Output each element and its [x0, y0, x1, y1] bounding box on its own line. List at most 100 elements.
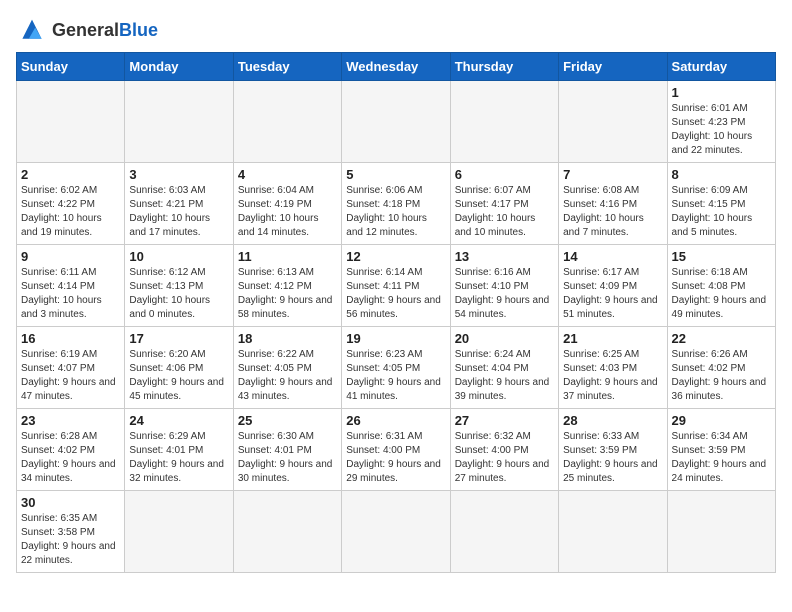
calendar-cell: 22 Sunrise: 6:26 AM Sunset: 4:02 PM Dayli… [667, 327, 775, 409]
day-info: Sunrise: 6:35 AM Sunset: 3:58 PM Dayligh… [21, 512, 120, 568]
week-row-3: 16 Sunrise: 6:19 AM Sunset: 4:07 PM Dayli… [17, 327, 776, 409]
calendar-cell: 21 Sunrise: 6:25 AM Sunset: 4:03 PM Dayli… [559, 327, 667, 409]
calendar-cell [559, 81, 667, 163]
day-number: 7 [563, 167, 662, 182]
calendar-cell: 10 Sunrise: 6:12 AM Sunset: 4:13 PM Dayli… [125, 245, 233, 327]
calendar-cell [450, 491, 558, 573]
calendar-cell: 5Sunrise: 6:06 AM Sunset: 4:18 PM Daylig… [342, 163, 450, 245]
calendar-cell: 14 Sunrise: 6:17 AM Sunset: 4:09 PM Dayli… [559, 245, 667, 327]
day-info: Sunrise: 6:08 AM Sunset: 4:16 PM Dayligh… [563, 184, 662, 240]
day-info: Sunrise: 6:16 AM Sunset: 4:10 PM Dayligh… [455, 266, 554, 322]
weekday-header-sunday: Sunday [17, 53, 125, 81]
calendar-cell: 13 Sunrise: 6:16 AM Sunset: 4:10 PM Dayli… [450, 245, 558, 327]
day-number: 2 [21, 167, 120, 182]
day-info: Sunrise: 6:28 AM Sunset: 4:02 PM Dayligh… [21, 430, 120, 486]
day-number: 24 [129, 413, 228, 428]
day-number: 6 [455, 167, 554, 182]
day-number: 14 [563, 249, 662, 264]
day-number: 8 [672, 167, 771, 182]
calendar-cell: 8 Sunrise: 6:09 AM Sunset: 4:15 PM Daylig… [667, 163, 775, 245]
week-row-4: 23 Sunrise: 6:28 AM Sunset: 4:02 PM Dayli… [17, 409, 776, 491]
day-number: 30 [21, 495, 120, 510]
page-header: GeneralBlue [16, 16, 776, 44]
day-number: 26 [346, 413, 445, 428]
calendar-cell: 19 Sunrise: 6:23 AM Sunset: 4:05 PM Dayli… [342, 327, 450, 409]
calendar-cell [667, 491, 775, 573]
calendar-cell: 3 Sunrise: 6:03 AM Sunset: 4:21 PM Daylig… [125, 163, 233, 245]
day-number: 12 [346, 249, 445, 264]
week-row-1: 2 Sunrise: 6:02 AM Sunset: 4:22 PM Daylig… [17, 163, 776, 245]
day-info: Sunrise: 6:33 AM Sunset: 3:59 PM Dayligh… [563, 430, 662, 486]
day-info: Sunrise: 6:30 AM Sunset: 4:01 PM Dayligh… [238, 430, 337, 486]
calendar-cell: 18Sunrise: 6:22 AM Sunset: 4:05 PM Dayli… [233, 327, 341, 409]
day-info: Sunrise: 6:22 AM Sunset: 4:05 PM Dayligh… [238, 348, 337, 404]
calendar-cell: 2 Sunrise: 6:02 AM Sunset: 4:22 PM Daylig… [17, 163, 125, 245]
calendar-cell: 23 Sunrise: 6:28 AM Sunset: 4:02 PM Dayli… [17, 409, 125, 491]
calendar-cell [233, 81, 341, 163]
day-info: Sunrise: 6:02 AM Sunset: 4:22 PM Dayligh… [21, 184, 120, 240]
day-number: 13 [455, 249, 554, 264]
calendar-cell: 11 Sunrise: 6:13 AM Sunset: 4:12 PM Dayli… [233, 245, 341, 327]
day-info: Sunrise: 6:20 AM Sunset: 4:06 PM Dayligh… [129, 348, 228, 404]
calendar-cell: 26 Sunrise: 6:31 AM Sunset: 4:00 PM Dayli… [342, 409, 450, 491]
calendar-cell [125, 491, 233, 573]
calendar-cell: 4Sunrise: 6:04 AM Sunset: 4:19 PM Daylig… [233, 163, 341, 245]
calendar-cell: 7 Sunrise: 6:08 AM Sunset: 4:16 PM Daylig… [559, 163, 667, 245]
day-info: Sunrise: 6:11 AM Sunset: 4:14 PM Dayligh… [21, 266, 120, 322]
calendar-cell [125, 81, 233, 163]
day-info: Sunrise: 6:09 AM Sunset: 4:15 PM Dayligh… [672, 184, 771, 240]
day-info: Sunrise: 6:19 AM Sunset: 4:07 PM Dayligh… [21, 348, 120, 404]
calendar-cell [342, 81, 450, 163]
day-number: 16 [21, 331, 120, 346]
day-number: 10 [129, 249, 228, 264]
day-number: 15 [672, 249, 771, 264]
day-number: 22 [672, 331, 771, 346]
weekday-header-monday: Monday [125, 53, 233, 81]
logo-text: GeneralBlue [52, 20, 158, 41]
day-number: 20 [455, 331, 554, 346]
day-number: 23 [21, 413, 120, 428]
calendar-cell: 16 Sunrise: 6:19 AM Sunset: 4:07 PM Dayli… [17, 327, 125, 409]
day-info: Sunrise: 6:29 AM Sunset: 4:01 PM Dayligh… [129, 430, 228, 486]
week-row-2: 9 Sunrise: 6:11 AM Sunset: 4:14 PM Daylig… [17, 245, 776, 327]
day-number: 25 [238, 413, 337, 428]
day-info: Sunrise: 6:03 AM Sunset: 4:21 PM Dayligh… [129, 184, 228, 240]
calendar-cell: 12Sunrise: 6:14 AM Sunset: 4:11 PM Dayli… [342, 245, 450, 327]
calendar-cell [559, 491, 667, 573]
day-info: Sunrise: 6:12 AM Sunset: 4:13 PM Dayligh… [129, 266, 228, 322]
day-info: Sunrise: 6:07 AM Sunset: 4:17 PM Dayligh… [455, 184, 554, 240]
day-info: Sunrise: 6:18 AM Sunset: 4:08 PM Dayligh… [672, 266, 771, 322]
day-info: Sunrise: 6:17 AM Sunset: 4:09 PM Dayligh… [563, 266, 662, 322]
day-number: 1 [672, 85, 771, 100]
day-number: 3 [129, 167, 228, 182]
day-number: 17 [129, 331, 228, 346]
weekday-header-tuesday: Tuesday [233, 53, 341, 81]
day-number: 19 [346, 331, 445, 346]
calendar-cell [342, 491, 450, 573]
day-number: 11 [238, 249, 337, 264]
calendar-table: SundayMondayTuesdayWednesdayThursdayFrid… [16, 52, 776, 573]
weekday-header-row: SundayMondayTuesdayWednesdayThursdayFrid… [17, 53, 776, 81]
calendar-cell: 25 Sunrise: 6:30 AM Sunset: 4:01 PM Dayli… [233, 409, 341, 491]
day-info: Sunrise: 6:04 AM Sunset: 4:19 PM Dayligh… [238, 184, 337, 240]
calendar-cell: 28 Sunrise: 6:33 AM Sunset: 3:59 PM Dayli… [559, 409, 667, 491]
day-number: 9 [21, 249, 120, 264]
day-info: Sunrise: 6:13 AM Sunset: 4:12 PM Dayligh… [238, 266, 337, 322]
day-info: Sunrise: 6:26 AM Sunset: 4:02 PM Dayligh… [672, 348, 771, 404]
day-number: 28 [563, 413, 662, 428]
day-info: Sunrise: 6:01 AM Sunset: 4:23 PM Dayligh… [672, 102, 771, 158]
calendar-cell: 1 Sunrise: 6:01 AM Sunset: 4:23 PM Daylig… [667, 81, 775, 163]
weekday-header-friday: Friday [559, 53, 667, 81]
day-number: 21 [563, 331, 662, 346]
weekday-header-wednesday: Wednesday [342, 53, 450, 81]
calendar-cell: 24 Sunrise: 6:29 AM Sunset: 4:01 PM Dayli… [125, 409, 233, 491]
calendar-cell [233, 491, 341, 573]
calendar-cell: 27Sunrise: 6:32 AM Sunset: 4:00 PM Dayli… [450, 409, 558, 491]
calendar-cell: 20 Sunrise: 6:24 AM Sunset: 4:04 PM Dayli… [450, 327, 558, 409]
day-info: Sunrise: 6:23 AM Sunset: 4:05 PM Dayligh… [346, 348, 445, 404]
day-info: Sunrise: 6:25 AM Sunset: 4:03 PM Dayligh… [563, 348, 662, 404]
day-info: Sunrise: 6:06 AM Sunset: 4:18 PM Dayligh… [346, 184, 445, 240]
day-info: Sunrise: 6:24 AM Sunset: 4:04 PM Dayligh… [455, 348, 554, 404]
calendar-cell: 30 Sunrise: 6:35 AM Sunset: 3:58 PM Dayli… [17, 491, 125, 573]
day-info: Sunrise: 6:31 AM Sunset: 4:00 PM Dayligh… [346, 430, 445, 486]
